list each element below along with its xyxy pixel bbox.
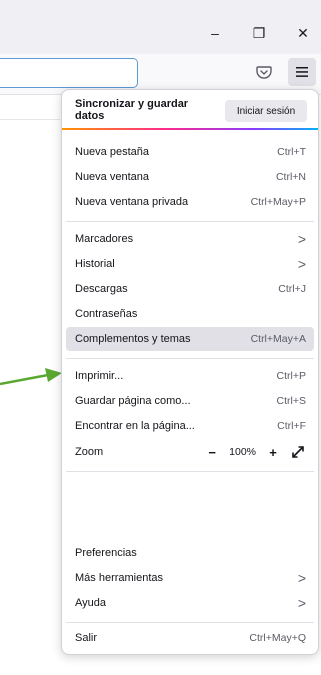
menu-separator (66, 471, 314, 472)
menu-item-shortcut: Ctrl+May+Q (249, 632, 306, 644)
chevron-right-icon: > (297, 595, 306, 611)
menu-item-label: Nueva ventana (75, 171, 149, 183)
menu-item-label: Marcadores (75, 233, 134, 245)
sign-in-button[interactable]: Iniciar sesión (225, 100, 307, 122)
menu-item-label: Guardar página como... (75, 395, 191, 407)
menu-separator (66, 221, 314, 222)
menu-item-shortcut: Ctrl+F (277, 420, 306, 432)
zoom-controls: − 100% + (204, 444, 306, 460)
content-divider (0, 119, 60, 120)
chevron-right-icon: > (297, 570, 306, 586)
menu-item-label: Zoom (75, 446, 104, 458)
menu-item-label: Más herramientas (75, 572, 164, 584)
fullscreen-button[interactable] (290, 444, 306, 460)
menu-item-shortcut: Ctrl+May+A (250, 333, 306, 345)
menu-item-label: Preferencias (75, 547, 137, 559)
menu-item-new-private-window[interactable]: Nueva ventana privada Ctrl+May+P (66, 190, 314, 214)
chevron-right-icon: > (297, 256, 306, 272)
menu-item-zoom: Zoom − 100% + (66, 439, 314, 465)
menu-item-more-tools[interactable]: Más herramientas > (66, 566, 314, 590)
restore-icon: ❐ (252, 24, 266, 41)
menu-item-label: Complementos y temas (75, 333, 191, 345)
menu-item-shortcut: Ctrl+P (276, 370, 306, 382)
title-bar: – ❐ ✕ (0, 0, 321, 54)
menu-separator (66, 358, 314, 359)
menu-item-shortcut: Ctrl+T (277, 146, 306, 158)
pocket-button[interactable] (254, 62, 274, 82)
menu-item-shortcut: Ctrl+May+P (250, 196, 306, 208)
menu-item-bookmarks[interactable]: Marcadores > (66, 227, 314, 251)
menu-item-label: Descargas (75, 283, 128, 295)
menu-item-new-window[interactable]: Nueva ventana Ctrl+N (66, 165, 314, 189)
zoom-in-button[interactable]: + (265, 444, 281, 460)
menu-item-label: Nueva pestaña (75, 146, 149, 158)
menu-item-label: Nueva ventana privada (75, 196, 189, 208)
close-icon: ✕ (297, 24, 309, 41)
menu-item-label: Imprimir... (75, 370, 124, 382)
open-menu-button[interactable] (288, 58, 316, 86)
annotation-arrow (0, 368, 62, 386)
menu-item-label: Ayuda (75, 597, 106, 609)
sync-row: Sincronizar y guardar datos Iniciar sesi… (62, 90, 318, 128)
menu-separator (66, 622, 314, 623)
menu-item-downloads[interactable]: Descargas Ctrl+J (66, 277, 314, 301)
chevron-right-icon: > (297, 231, 306, 247)
menu-item-passwords[interactable]: Contraseñas (66, 302, 314, 326)
hamburger-menu-icon (296, 67, 308, 77)
menu-item-label: Historial (75, 258, 115, 270)
menu-item-history[interactable]: Historial > (66, 252, 314, 276)
minimize-icon: – (211, 25, 219, 41)
maximize-button[interactable]: ❐ (244, 18, 274, 48)
sync-divider (62, 128, 318, 130)
menu-item-print[interactable]: Imprimir... Ctrl+P (66, 364, 314, 388)
menu-item-exit[interactable]: Salir Ctrl+May+Q (66, 626, 314, 650)
menu-item-new-tab[interactable]: Nueva pestaña Ctrl+T (66, 140, 314, 164)
close-button[interactable]: ✕ (288, 18, 318, 48)
menu-item-settings[interactable]: Preferencias (66, 541, 314, 565)
pocket-icon (256, 66, 272, 79)
url-bar[interactable] (0, 58, 138, 88)
sync-label: Sincronizar y guardar datos (75, 98, 189, 122)
minimize-button[interactable]: – (200, 18, 230, 48)
menu-item-find-in-page[interactable]: Encontrar en la página... Ctrl+F (66, 414, 314, 438)
zoom-level[interactable]: 100% (229, 446, 256, 458)
menu-item-label: Encontrar en la página... (75, 420, 195, 432)
menu-item-shortcut: Ctrl+N (275, 171, 306, 183)
menu-item-shortcut: Ctrl+S (276, 395, 306, 407)
menu-item-help[interactable]: Ayuda > (66, 591, 314, 615)
menu-item-label: Salir (75, 632, 98, 644)
menu-item-addons-and-themes[interactable]: Complementos y temas Ctrl+May+A (66, 327, 314, 351)
fullscreen-icon (292, 446, 304, 458)
menu-item-shortcut: Ctrl+J (278, 283, 306, 295)
zoom-out-button[interactable]: − (204, 444, 220, 460)
menu-item-label: Contraseñas (75, 308, 138, 320)
menu-item-save-page-as[interactable]: Guardar página como... Ctrl+S (66, 389, 314, 413)
app-menu-panel: Sincronizar y guardar datos Iniciar sesi… (61, 89, 319, 655)
